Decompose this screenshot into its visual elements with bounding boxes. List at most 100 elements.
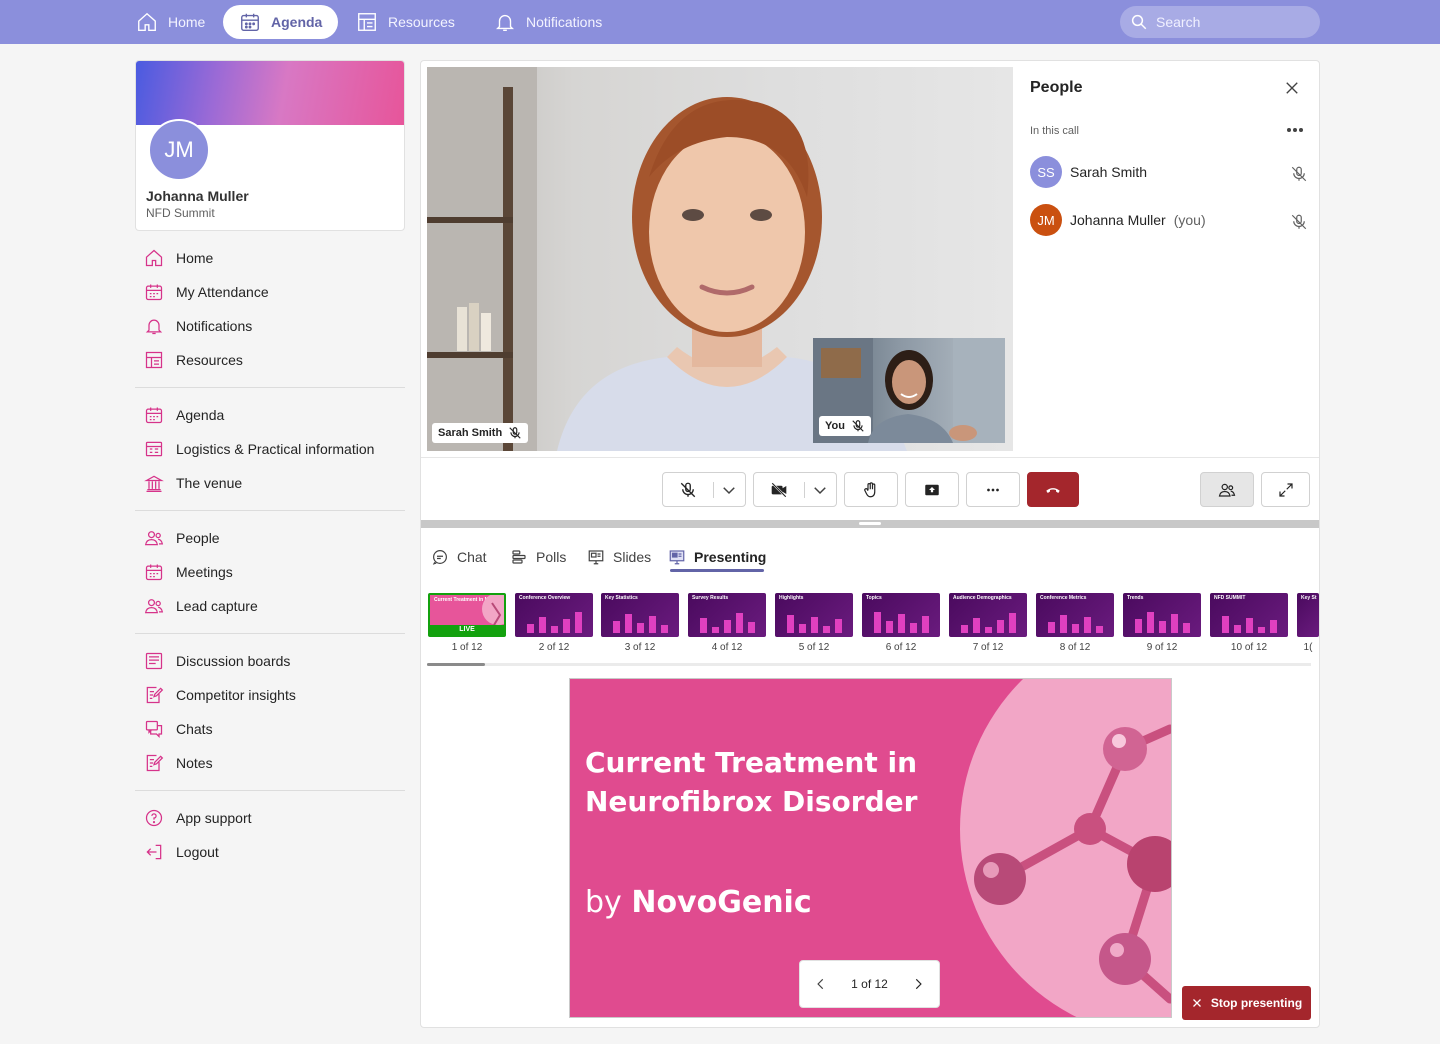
thumbnail-caption: 3 of 12 [624,642,656,653]
mic-off-icon [1291,166,1307,182]
slide-thumbnail[interactable]: Highlights [775,593,853,637]
meeting-panel: Sarah Smith You People In this call SS S… [420,60,1320,1028]
slide-thumbnail[interactable]: Key Statistics [601,593,679,637]
stop-presenting-button[interactable]: Stop presenting [1182,986,1311,1020]
sidebar-item-label: My Attendance [176,284,269,300]
home-icon [138,12,156,31]
leave-call-button[interactable] [1027,472,1079,507]
share-screen-button[interactable] [905,472,959,507]
mic-options-dropdown[interactable] [713,473,745,506]
slide-thumbnail[interactable]: Key St [1297,593,1319,637]
thumbnail-caption: 1( [1303,642,1313,653]
chevron-left-icon[interactable] [814,977,828,991]
nav-agenda[interactable]: Agenda [223,5,339,39]
slide-thumbnail[interactable]: Audience Demographics [949,593,1027,637]
sidebar-item-label: Resources [176,352,243,368]
participant-row[interactable]: JM Johanna Muller (you) [1030,204,1206,236]
slide-byline: by NovoGenic [585,885,812,920]
close-icon[interactable] [1283,79,1301,97]
sidebar-item-meetings[interactable]: Meetings [144,560,233,584]
sidebar-item-resources[interactable]: Resources [144,348,243,372]
people-section-label: In this call [1030,125,1079,137]
calendar-icon [145,284,163,301]
home-icon [145,249,163,267]
chevron-down-icon [723,486,735,494]
close-icon [1192,999,1201,1007]
slide-thumbnail[interactable]: Topics [862,593,940,637]
tab-slides[interactable]: Slides [587,541,651,573]
calendar-icon [145,564,163,581]
more-options-icon [987,488,999,491]
sidebar-item-label: Chats [176,721,213,737]
search-box[interactable] [1120,6,1320,38]
sidebar-item-logistics-practical-information[interactable]: Logistics & Practical information [144,437,374,461]
slide-company: NovoGenic [631,885,812,920]
sidebar-item-lead-capture[interactable]: Lead capture [144,594,258,618]
building-icon [144,475,164,492]
mic-off-icon [1291,214,1307,230]
sidebar-divider [135,790,405,791]
info-board-icon [145,441,163,457]
main-video[interactable]: Sarah Smith You [427,67,1013,451]
chevron-right-icon[interactable] [911,977,925,991]
tab-polls[interactable]: Polls [510,541,566,573]
sidebar-item-app-support[interactable]: App support [144,806,252,830]
thumbnail-graphic [1135,612,1190,633]
nav-notifications[interactable]: Notifications [478,5,618,39]
nav-home[interactable]: Home [120,5,221,39]
panel-resize-splitter[interactable] [421,520,1319,528]
mic-toggle-button[interactable] [662,472,746,507]
slide-thumbnail[interactable]: Trends [1123,593,1201,637]
sidebar-item-discussion-boards[interactable]: Discussion boards [144,649,290,673]
thumbnail-caption: 4 of 12 [711,642,743,653]
sidebar-item-people[interactable]: People [144,526,220,550]
sidebar-item-home[interactable]: Home [144,246,213,270]
camera-options-dropdown[interactable] [804,473,836,506]
tab-chat-label: Chat [457,549,487,565]
avatar: JM [148,119,210,181]
profile-name: Johanna Muller [146,188,249,204]
sidebar-item-agenda[interactable]: Agenda [144,403,224,427]
participant-row[interactable]: SS Sarah Smith [1030,156,1147,188]
more-options-icon[interactable] [1285,123,1305,137]
chevron-down-icon [814,486,826,494]
hand-icon [864,481,876,497]
nav-resources[interactable]: Resources [340,5,471,39]
mic-off-icon [852,420,864,432]
thumbnails-scrollbar[interactable] [427,663,1311,666]
tab-chat[interactable]: Chat [431,541,487,573]
slide-thumbnail[interactable]: Conference Metrics [1036,593,1114,637]
search-icon [1131,14,1147,30]
calendar-icon [241,13,259,31]
tab-polls-label: Polls [536,549,567,565]
raise-hand-button[interactable] [844,472,898,507]
note-edit-icon [146,686,164,704]
sidebar-item-the-venue[interactable]: The venue [144,471,242,495]
people-panel-button[interactable] [1200,472,1254,507]
sidebar-item-notifications[interactable]: Notifications [144,314,252,338]
sidebar-item-notes[interactable]: Notes [144,751,213,775]
fullscreen-button[interactable] [1261,472,1310,507]
bell-icon [496,14,514,31]
sidebar-item-my-attendance[interactable]: My Attendance [144,280,269,304]
slide-thumbnail[interactable]: Conference Overview [515,593,593,637]
self-view-video[interactable]: You [813,338,1005,443]
sidebar-item-label: People [176,530,220,546]
thumbnail-graphic [787,615,842,633]
sidebar-item-competitor-insights[interactable]: Competitor insights [144,683,296,707]
slide-thumbnail[interactable]: NFD SUMMIT [1210,593,1288,637]
more-actions-button[interactable] [966,472,1020,507]
sidebar-item-chats[interactable]: Chats [144,717,213,741]
expand-icon [1278,482,1293,497]
slide-thumbnail[interactable]: Survey Results [688,593,766,637]
profile-card[interactable]: JM Johanna Muller NFD Summit [135,60,405,231]
board-icon [145,652,163,670]
slides-icon [588,550,604,565]
slide-thumbnail[interactable]: Current Treatment in Neurofibrox Disorde… [428,593,506,637]
sidebar-item-logout[interactable]: Logout [144,840,219,864]
search-input[interactable] [1156,14,1306,30]
camera-toggle-button[interactable] [753,472,837,507]
splitter-grip[interactable] [859,522,881,525]
scrollbar-thumb[interactable] [427,663,485,666]
controls-divider [421,457,1319,458]
